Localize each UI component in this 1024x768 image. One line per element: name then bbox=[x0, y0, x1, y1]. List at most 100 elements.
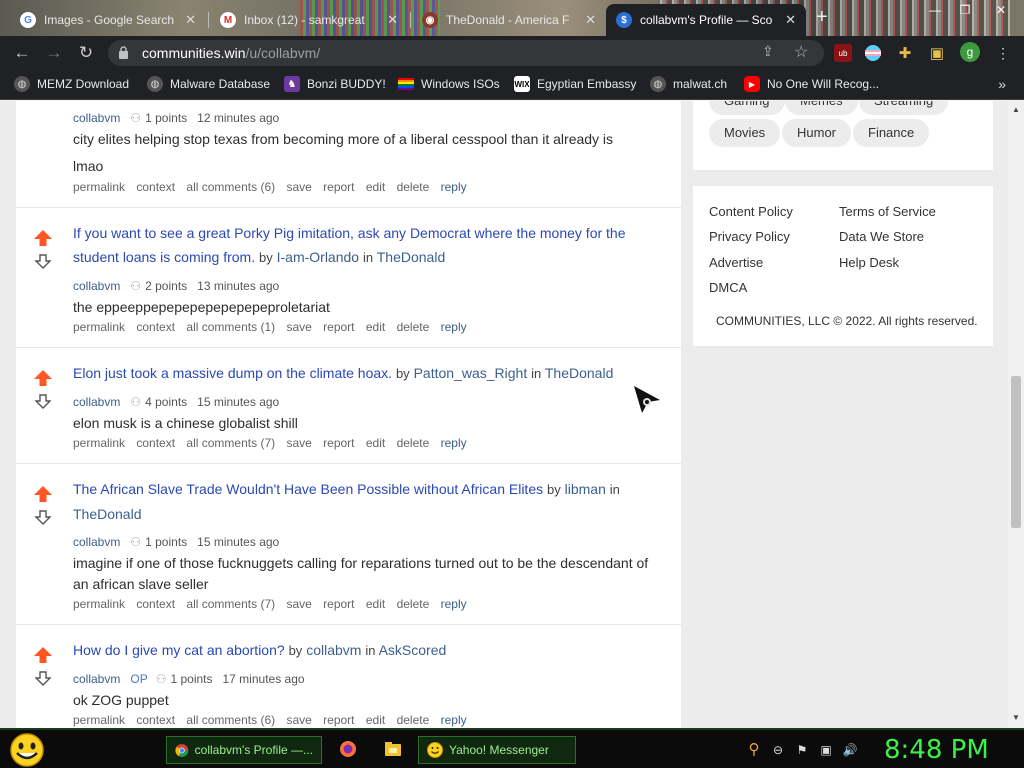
comment-author[interactable]: collabvm bbox=[73, 111, 120, 125]
post-title-link[interactable]: How do I give my cat an abortion? bbox=[73, 642, 285, 658]
edit-link[interactable]: edit bbox=[366, 320, 385, 334]
permalink-link[interactable]: permalink bbox=[73, 597, 125, 611]
tab-google-images[interactable]: G Images - Google Search ✕ bbox=[10, 4, 206, 36]
maximize-button[interactable]: ❐ bbox=[950, 0, 980, 22]
action-center-flag-icon[interactable]: ⚑ bbox=[794, 742, 810, 758]
ublock-extension-icon[interactable]: ub bbox=[834, 44, 852, 62]
edit-link[interactable]: edit bbox=[366, 713, 385, 727]
report-link[interactable]: report bbox=[323, 180, 354, 194]
all-comments-link[interactable]: all comments (7) bbox=[186, 597, 275, 611]
tray-minus-icon[interactable]: ⊖ bbox=[770, 742, 786, 758]
scroll-down-icon[interactable]: ▼ bbox=[1012, 713, 1020, 722]
trans-flag-extension-icon[interactable] bbox=[864, 44, 882, 62]
side-panel-icon[interactable]: ▣ bbox=[928, 44, 946, 62]
scrollbar-thumb[interactable] bbox=[1011, 376, 1021, 528]
tab-gmail[interactable]: M Inbox (12) - samkgreat ✕ bbox=[210, 4, 408, 36]
forward-button[interactable]: → bbox=[42, 41, 66, 65]
save-link[interactable]: save bbox=[286, 597, 311, 611]
post-author-link[interactable]: I-am-Orlando bbox=[277, 249, 359, 265]
save-link[interactable]: save bbox=[286, 180, 311, 194]
bookmark-memz-download[interactable]: ◍ MEMZ Download bbox=[14, 76, 129, 92]
close-icon[interactable]: ✕ bbox=[585, 12, 596, 28]
comment-author[interactable]: collabvm bbox=[73, 535, 120, 549]
tab-thedonald[interactable]: ◉ TheDonald - America F ✕ bbox=[412, 4, 606, 36]
community-link[interactable]: TheDonald bbox=[73, 506, 142, 522]
all-comments-link[interactable]: all comments (1) bbox=[186, 320, 275, 334]
upvote-arrow-icon[interactable] bbox=[34, 370, 52, 386]
taskbar-item-chrome[interactable]: collabvm's Profile —... bbox=[166, 736, 322, 764]
upvote-arrow-icon[interactable] bbox=[34, 647, 52, 663]
reply-link[interactable]: reply bbox=[441, 597, 467, 611]
downvote-arrow-icon[interactable] bbox=[35, 394, 51, 409]
post-author-link[interactable]: collabvm bbox=[306, 642, 361, 658]
chip-memes[interactable]: Memes bbox=[785, 101, 858, 115]
post-author-link[interactable]: libman bbox=[565, 481, 606, 497]
edit-link[interactable]: edit bbox=[366, 597, 385, 611]
browser-menu-icon[interactable]: ⋮ bbox=[994, 44, 1012, 62]
context-link[interactable]: context bbox=[136, 436, 175, 450]
advertise-link[interactable]: Advertise bbox=[709, 255, 763, 270]
downvote-arrow-icon[interactable] bbox=[35, 671, 51, 686]
tab-collabvm-profile[interactable]: $ collabvm's Profile — Sco ✕ bbox=[606, 4, 806, 36]
share-icon[interactable]: ⇪ bbox=[762, 43, 774, 60]
post-author-link[interactable]: Patton_was_Right bbox=[414, 365, 528, 381]
page-scrollbar[interactable]: ▲ ▼ bbox=[1008, 101, 1024, 728]
chip-finance[interactable]: Finance bbox=[853, 119, 930, 147]
firefox-icon[interactable] bbox=[339, 740, 357, 758]
network-icon[interactable]: ▣ bbox=[818, 742, 834, 758]
comment-author[interactable]: collabvm bbox=[73, 395, 120, 409]
file-explorer-icon[interactable] bbox=[384, 740, 402, 758]
community-link[interactable]: TheDonald bbox=[377, 249, 446, 265]
save-link[interactable]: save bbox=[286, 436, 311, 450]
report-link[interactable]: report bbox=[323, 320, 354, 334]
chip-movies[interactable]: Movies bbox=[709, 119, 781, 147]
report-link[interactable]: report bbox=[323, 713, 354, 727]
community-link[interactable]: TheDonald bbox=[545, 365, 614, 381]
extensions-puzzle-icon[interactable]: ✚ bbox=[896, 44, 914, 62]
context-link[interactable]: context bbox=[136, 320, 175, 334]
bookmark-egyptian-embassy[interactable]: WIX Egyptian Embassy bbox=[514, 76, 636, 92]
close-icon[interactable]: ✕ bbox=[785, 12, 796, 28]
comment-author[interactable]: collabvm bbox=[73, 672, 120, 686]
edit-link[interactable]: edit bbox=[366, 436, 385, 450]
all-comments-link[interactable]: all comments (7) bbox=[186, 436, 275, 450]
terms-of-service-link[interactable]: Terms of Service bbox=[839, 204, 936, 219]
new-tab-button[interactable]: + bbox=[816, 6, 828, 29]
scroll-up-icon[interactable]: ▲ bbox=[1012, 105, 1020, 114]
reply-link[interactable]: reply bbox=[441, 180, 467, 194]
report-link[interactable]: report bbox=[323, 436, 354, 450]
search-icon[interactable]: ⚲ bbox=[746, 742, 762, 758]
minimize-button[interactable]: — bbox=[920, 0, 950, 22]
bookmark-bonzi-buddy[interactable]: ♞ Bonzi BUDDY! bbox=[284, 76, 386, 92]
bookmark-malware-database[interactable]: ◍ Malware Database bbox=[147, 76, 270, 92]
data-we-store-link[interactable]: Data We Store bbox=[839, 229, 924, 244]
taskbar-item-yahoo-messenger[interactable]: Yahoo! Messenger bbox=[418, 736, 576, 764]
post-title-link[interactable]: Elon just took a massive dump on the cli… bbox=[73, 365, 392, 381]
volume-icon[interactable]: 🔊 bbox=[842, 742, 858, 758]
save-link[interactable]: save bbox=[286, 713, 311, 727]
context-link[interactable]: context bbox=[136, 713, 175, 727]
reply-link[interactable]: reply bbox=[441, 320, 467, 334]
report-link[interactable]: report bbox=[323, 597, 354, 611]
bookmark-youtube-video[interactable]: ▶ No One Will Recog... bbox=[744, 76, 879, 92]
delete-link[interactable]: delete bbox=[397, 713, 430, 727]
window-close-button[interactable]: ✕ bbox=[986, 0, 1016, 22]
close-icon[interactable]: ✕ bbox=[387, 12, 398, 28]
permalink-link[interactable]: permalink bbox=[73, 713, 125, 727]
save-link[interactable]: save bbox=[286, 320, 311, 334]
permalink-link[interactable]: permalink bbox=[73, 320, 125, 334]
upvote-arrow-icon[interactable] bbox=[34, 230, 52, 246]
context-link[interactable]: context bbox=[136, 180, 175, 194]
post-title-link[interactable]: The African Slave Trade Wouldn't Have Be… bbox=[73, 481, 543, 497]
delete-link[interactable]: delete bbox=[397, 436, 430, 450]
delete-link[interactable]: delete bbox=[397, 180, 430, 194]
permalink-link[interactable]: permalink bbox=[73, 436, 125, 450]
bookmarks-overflow-button[interactable]: » bbox=[998, 76, 1006, 92]
delete-link[interactable]: delete bbox=[397, 597, 430, 611]
content-policy-link[interactable]: Content Policy bbox=[709, 204, 793, 219]
back-button[interactable]: ← bbox=[10, 41, 34, 65]
upvote-arrow-icon[interactable] bbox=[34, 486, 52, 502]
all-comments-link[interactable]: all comments (6) bbox=[186, 180, 275, 194]
chip-humor[interactable]: Humor bbox=[782, 119, 852, 147]
reload-button[interactable]: ↻ bbox=[74, 41, 98, 65]
